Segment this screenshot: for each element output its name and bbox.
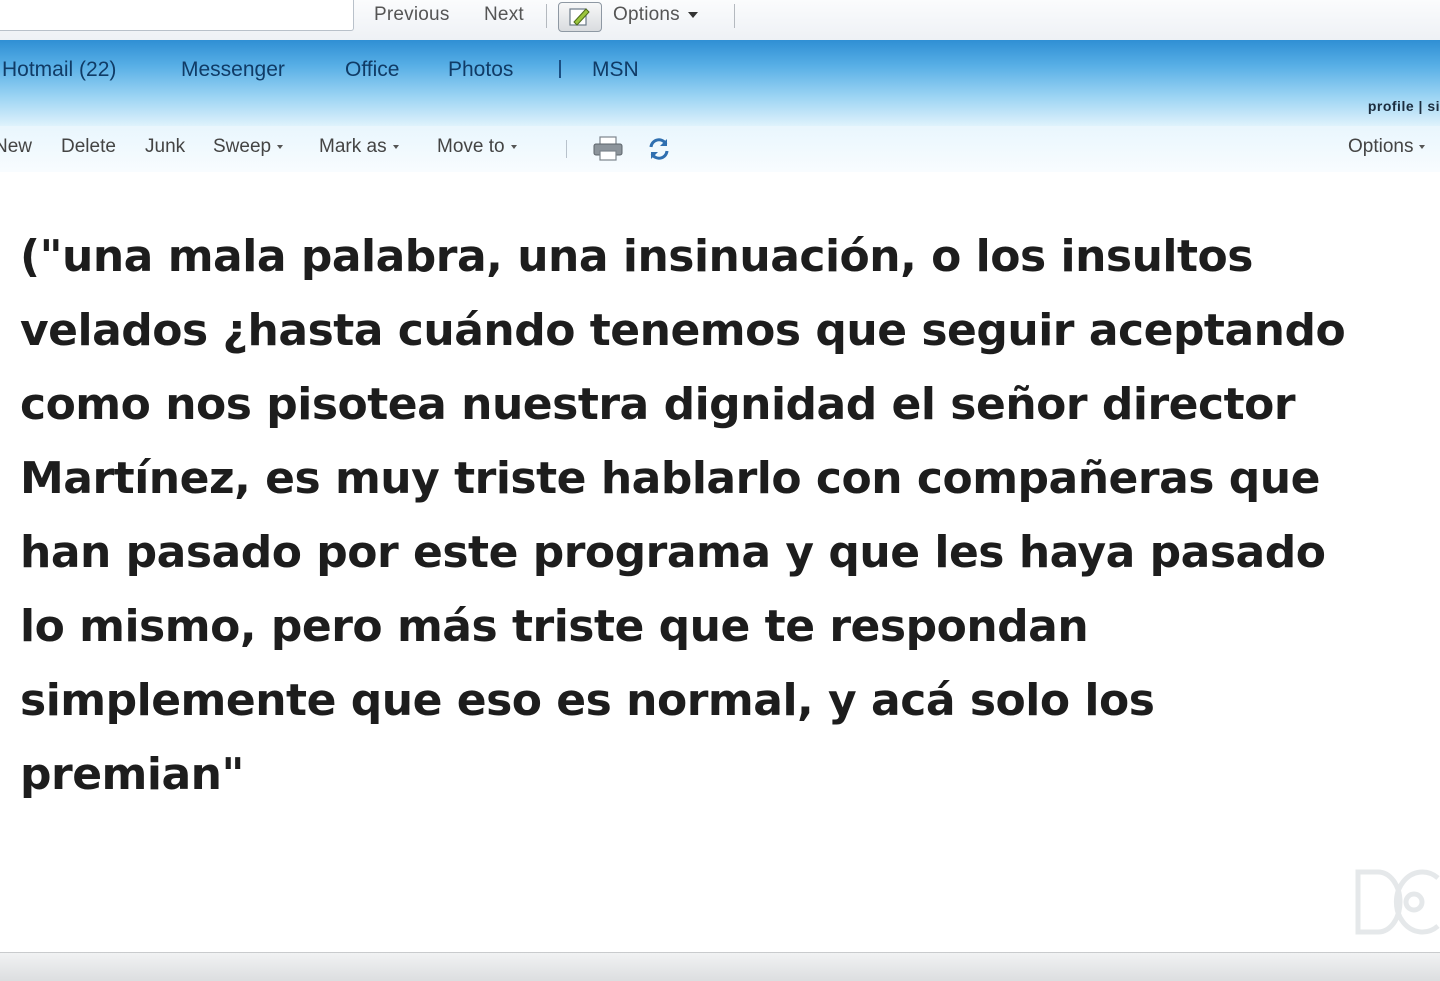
delete-button[interactable]: Delete xyxy=(61,136,116,158)
tab-hotmail[interactable]: Hotmail (22) xyxy=(2,58,116,82)
chevron-down-icon xyxy=(687,11,698,18)
toolbar-divider xyxy=(734,4,735,28)
sweep-menu[interactable]: Sweep xyxy=(213,136,284,158)
junk-button[interactable]: Junk xyxy=(145,136,185,158)
browser-toolbar: Previous Next Options xyxy=(0,0,1440,41)
printer-icon[interactable] xyxy=(592,136,624,167)
options-menu-right[interactable]: Options xyxy=(1348,136,1426,158)
command-bar: New Delete Junk Sweep Mark as Move to Op… xyxy=(0,126,1440,172)
command-divider xyxy=(566,140,567,158)
site-header: Hotmail (22) Messenger Office Photos MSN… xyxy=(0,40,1440,126)
sweep-label: Sweep xyxy=(213,136,272,157)
tab-msn[interactable]: MSN xyxy=(592,58,639,82)
message-body: ("una mala palabra, una insinuación, o l… xyxy=(20,231,1346,800)
chevron-down-icon xyxy=(277,144,284,149)
tab-divider xyxy=(559,60,561,78)
move-to-label: Move to xyxy=(437,136,505,157)
refresh-icon[interactable] xyxy=(646,136,672,167)
chevron-down-icon xyxy=(392,144,399,149)
previous-button[interactable]: Previous xyxy=(374,4,450,26)
broadcaster-logo-icon xyxy=(1352,862,1440,947)
next-button[interactable]: Next xyxy=(484,4,524,26)
new-button[interactable]: New xyxy=(0,136,32,158)
chevron-down-icon xyxy=(510,144,517,149)
tab-messenger[interactable]: Messenger xyxy=(181,58,285,82)
toolbar-divider xyxy=(546,4,547,28)
chevron-down-icon xyxy=(1419,144,1426,149)
mark-as-menu[interactable]: Mark as xyxy=(319,136,399,158)
tab-photos[interactable]: Photos xyxy=(448,58,513,82)
mark-as-label: Mark as xyxy=(319,136,387,157)
options-label: Options xyxy=(1348,136,1414,157)
options-menu[interactable]: Options xyxy=(613,4,698,26)
move-to-menu[interactable]: Move to xyxy=(437,136,517,158)
tab-office[interactable]: Office xyxy=(345,58,399,82)
compose-pencil-icon[interactable] xyxy=(558,2,602,32)
address-field[interactable] xyxy=(0,0,354,31)
status-strip xyxy=(0,952,1440,981)
options-label: Options xyxy=(613,4,680,25)
profile-link[interactable]: profile | si xyxy=(1368,98,1440,114)
